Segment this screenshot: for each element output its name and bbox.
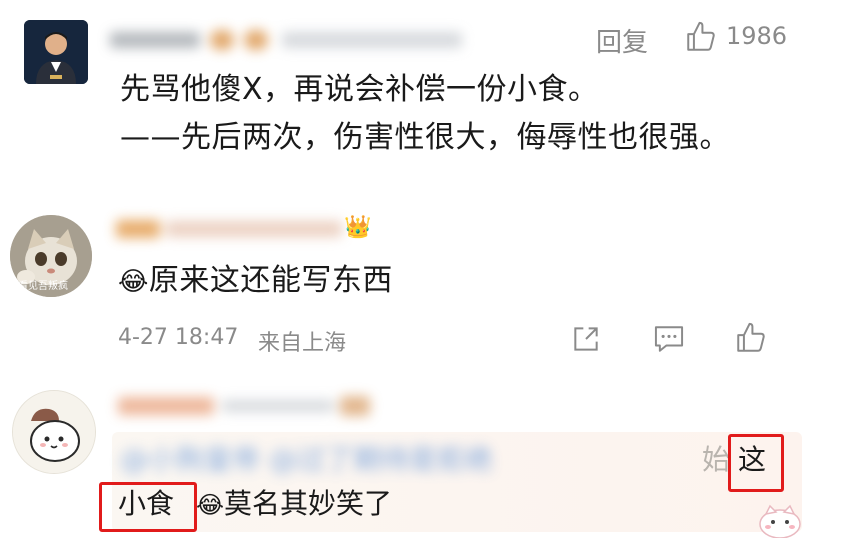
avatar-watermark: 看见吾叛疯 [18,281,68,292]
thumbs-up-icon[interactable] [734,321,768,355]
mentions-blurred[interactable]: @小狗皇帝 @过了期待是拒绝 [120,440,493,480]
comment-timestamp: 4-27 18:47 [118,325,239,350]
share-icon[interactable] [570,323,602,355]
comment-2: 看见吾叛疯 👑 😂原来这还能写东西 4-27 18:47 来自上海 [0,195,843,365]
username-blurred[interactable] [116,217,346,241]
comment-text-body: 莫名其妙笑了 [224,487,393,520]
username-blurred[interactable] [110,28,470,52]
comment-text-line-1: 先骂他傻X，再说会补偿一份小食。 [120,72,599,107]
highlighted-text-1: 这 [738,443,767,476]
laughing-tears-emoji: 😂 [196,491,225,519]
reply-button[interactable]: 回复 [596,22,648,59]
avatar[interactable]: 看见吾叛疯 [10,215,92,297]
like-count: 1986 [726,22,788,50]
username-blurred[interactable] [118,394,378,418]
comment-icon[interactable] [652,323,686,355]
avatar[interactable] [12,390,96,474]
comment-1: 回复 1986 先骂他傻X，再说会补偿一份小食。 ——先后两次，伤害性很大，侮辱… [0,0,843,170]
laughing-tears-emoji: 😂 [118,267,149,297]
avatar[interactable] [24,20,88,84]
comment-text-line-2: ——先后两次，伤害性很大，侮辱性也很强。 [120,120,730,155]
highlighted-text-2: 小食 [118,487,175,520]
comment-location: 来自上海 [258,331,347,356]
comment-3: @小狗皇帝 @过了期待是拒绝 始 这 小食 😂莫名其妙笑了 [0,380,843,544]
crown-badge-icon: 👑 [344,215,372,240]
comment-text-body: 原来这还能写东西 [148,263,393,298]
comment-text: 😂莫名其妙笑了 [196,484,392,525]
comment-text: 😂原来这还能写东西 [118,259,393,304]
partial-char: 始 [702,443,731,476]
cartoon-sticker-icon [759,504,801,538]
thumbs-up-icon [687,21,715,51]
